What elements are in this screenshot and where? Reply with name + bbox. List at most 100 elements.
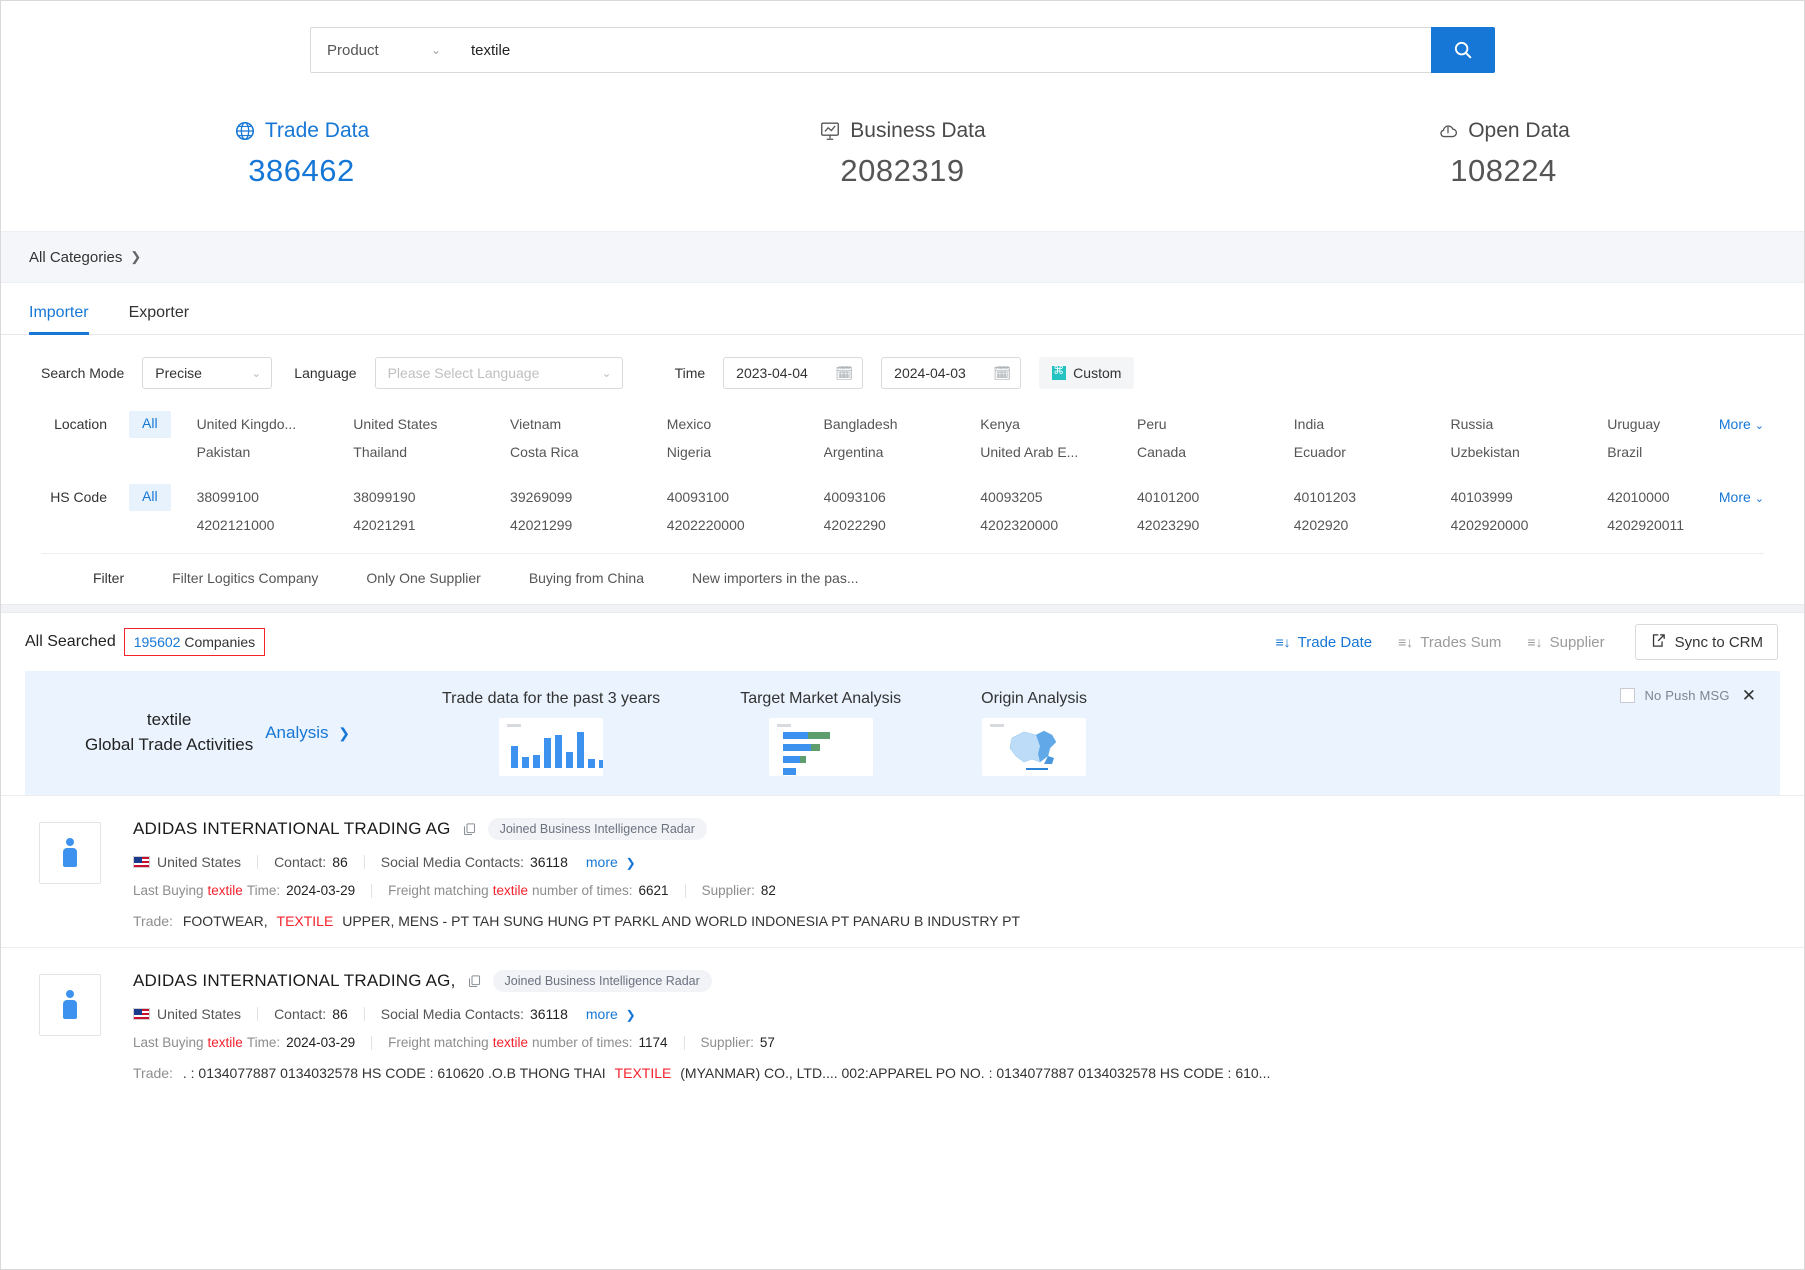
- trade-pre: . : 0134077887 0134032578 HS CODE : 6106…: [182, 1065, 606, 1081]
- close-icon[interactable]: ✕: [1742, 687, 1756, 704]
- facet-item[interactable]: 42021291: [353, 517, 510, 533]
- freight-prefix: Freight matching: [388, 1035, 489, 1050]
- facet-item[interactable]: Pakistan: [197, 444, 354, 460]
- banner-card-trade-data[interactable]: Trade data for the past 3 years: [442, 690, 660, 776]
- country-label: United States: [157, 1006, 242, 1022]
- facet-item[interactable]: Uzbekistan: [1451, 444, 1608, 460]
- facet-item[interactable]: 42021299: [510, 517, 667, 533]
- custom-date-button[interactable]: Custom: [1039, 357, 1135, 389]
- facet-location-label: Location: [54, 416, 107, 432]
- tab-importer[interactable]: Importer: [29, 304, 89, 335]
- facet-item[interactable]: Vietnam: [510, 416, 667, 432]
- sort-supplier[interactable]: ≡↓ Supplier: [1527, 634, 1604, 651]
- facet-item[interactable]: Brazil: [1607, 444, 1764, 460]
- filter-chip-new-importers[interactable]: New importers in the pas...: [692, 570, 859, 586]
- language-select[interactable]: Please Select Language ⌄: [374, 357, 623, 389]
- results-actions: ≡↓ Trade Date ≡↓ Trades Sum ≡↓ Supplier …: [1275, 624, 1778, 660]
- facet-item[interactable]: 38099190: [353, 489, 510, 505]
- sort-trade-date[interactable]: ≡↓ Trade Date: [1275, 634, 1372, 651]
- sort-trades-sum[interactable]: ≡↓ Trades Sum: [1398, 634, 1501, 651]
- facet-item[interactable]: 42022290: [824, 517, 981, 533]
- stat-value: 108224: [1450, 153, 1557, 188]
- facet-item[interactable]: Nigeria: [667, 444, 824, 460]
- company-name[interactable]: ADIDAS INTERNATIONAL TRADING AG: [133, 819, 451, 839]
- copy-icon[interactable]: [462, 822, 477, 837]
- keyword-highlight: textile: [207, 883, 243, 898]
- copy-icon[interactable]: [467, 974, 482, 989]
- facet-item[interactable]: Kenya: [980, 416, 1137, 432]
- facet-item[interactable]: 39269099: [510, 489, 667, 505]
- trade-post: (MYANMAR) CO., LTD.... 002:APPAREL PO NO…: [680, 1065, 1271, 1081]
- stat-value: 386462: [248, 153, 355, 188]
- facet-item[interactable]: United Kingdo...: [197, 416, 354, 432]
- facet-item[interactable]: Ecuador: [1294, 444, 1451, 460]
- facet-item[interactable]: Argentina: [824, 444, 981, 460]
- facet-hscode-all[interactable]: All: [129, 484, 171, 511]
- contact-label: Contact:: [274, 1006, 327, 1022]
- result-row[interactable]: ADIDAS INTERNATIONAL TRADING AG Joined B…: [1, 795, 1804, 947]
- facet-item[interactable]: Russia: [1451, 416, 1608, 432]
- facet-item[interactable]: 4202920011: [1607, 517, 1764, 533]
- result-meta-secondary: Last Buying textile Time: 2024-03-29 Fre…: [133, 1035, 1780, 1050]
- facet-item[interactable]: Thailand: [353, 444, 510, 460]
- banner-analysis-link[interactable]: Analysis ❯: [265, 723, 350, 743]
- more-link[interactable]: more ❯: [586, 1006, 636, 1022]
- facet-item[interactable]: 40093205: [980, 489, 1137, 505]
- no-push-msg-checkbox[interactable]: [1620, 688, 1636, 703]
- stat-business-data[interactable]: Business Data 2082319: [602, 119, 1203, 189]
- banner-card-origin-analysis[interactable]: Origin Analysis: [981, 690, 1087, 776]
- facet-item[interactable]: 4202320000: [980, 517, 1137, 533]
- sync-to-crm-button[interactable]: Sync to CRM: [1634, 624, 1778, 660]
- stat-label: Trade Data: [1, 119, 602, 143]
- facet-item[interactable]: Peru: [1137, 416, 1294, 432]
- location-more-link[interactable]: More ⌄: [1719, 416, 1764, 432]
- facet-item[interactable]: 38099100: [197, 489, 354, 505]
- date-to-input[interactable]: 2024-04-03 🗓: [881, 357, 1022, 389]
- all-categories-bar[interactable]: All Categories ❯: [1, 231, 1804, 283]
- stat-trade-data[interactable]: Trade Data 386462: [1, 119, 602, 189]
- facet-item[interactable]: United Arab E...: [980, 444, 1137, 460]
- tab-exporter[interactable]: Exporter: [129, 304, 189, 334]
- chevron-down-icon: ⌄: [1754, 420, 1764, 432]
- result-row[interactable]: ADIDAS INTERNATIONAL TRADING AG, Joined …: [1, 947, 1804, 1099]
- date-from-input[interactable]: 2023-04-04 🗓: [723, 357, 864, 389]
- facet-item[interactable]: 42023290: [1137, 517, 1294, 533]
- last-buying-mid: Time:: [246, 883, 281, 898]
- facet-item[interactable]: 40093106: [824, 489, 981, 505]
- horizontal-bar-chart-thumb: [768, 718, 873, 776]
- stat-open-data[interactable]: Open Data 108224: [1203, 119, 1804, 189]
- company-name[interactable]: ADIDAS INTERNATIONAL TRADING AG,: [133, 971, 456, 991]
- facet-item[interactable]: United States: [353, 416, 510, 432]
- filter-chip-one-supplier[interactable]: Only One Supplier: [366, 570, 480, 586]
- hscode-more-link[interactable]: More ⌄: [1719, 489, 1764, 505]
- filter-chip-buying-from-china[interactable]: Buying from China: [529, 570, 644, 586]
- facet-spacer: [41, 460, 1764, 484]
- chevron-down-icon: ⌄: [601, 366, 612, 380]
- sync-to-crm-label: Sync to CRM: [1674, 633, 1763, 651]
- filter-chip-logistics[interactable]: Filter Logitics Company: [172, 570, 318, 586]
- more-link[interactable]: more ❯: [586, 854, 636, 870]
- us-flag-icon: [133, 1008, 150, 1020]
- facet-hscode-label: HS Code: [50, 489, 107, 505]
- facet-item[interactable]: 40101200: [1137, 489, 1294, 505]
- search-scope-select[interactable]: Product ⌄: [310, 27, 455, 73]
- facet-item[interactable]: 40103999: [1451, 489, 1608, 505]
- facet-item[interactable]: 40101203: [1294, 489, 1451, 505]
- search-button[interactable]: [1431, 27, 1495, 73]
- facet-item[interactable]: Mexico: [667, 416, 824, 432]
- facet-item[interactable]: 40093100: [667, 489, 824, 505]
- sort-label: Supplier: [1549, 633, 1605, 651]
- facet-item[interactable]: Canada: [1137, 444, 1294, 460]
- search-mode-select[interactable]: Precise ⌄: [142, 357, 273, 389]
- search-input[interactable]: [455, 27, 1431, 73]
- banner-card-target-market[interactable]: Target Market Analysis: [740, 690, 901, 776]
- export-icon: [1650, 632, 1667, 653]
- facet-item[interactable]: India: [1294, 416, 1451, 432]
- facet-item[interactable]: Costa Rica: [510, 444, 667, 460]
- facet-item[interactable]: Bangladesh: [824, 416, 981, 432]
- facet-item[interactable]: 4202220000: [667, 517, 824, 533]
- facet-item[interactable]: 4202920: [1294, 517, 1451, 533]
- facet-location-all[interactable]: All: [129, 411, 171, 438]
- facet-item[interactable]: 4202121000: [197, 517, 354, 533]
- facet-item[interactable]: 4202920000: [1451, 517, 1608, 533]
